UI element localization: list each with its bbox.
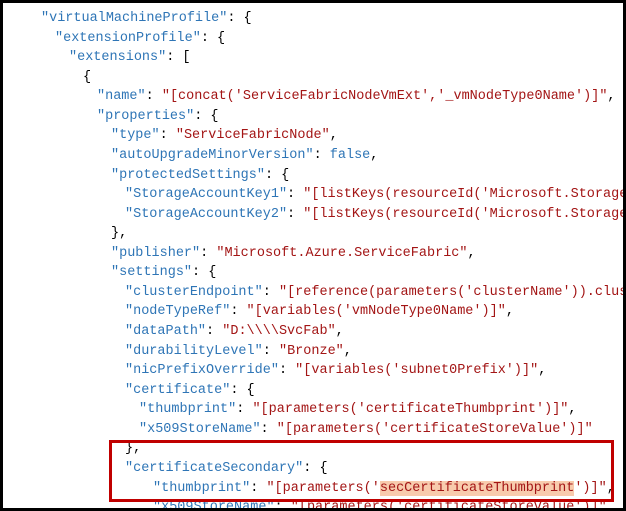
code-line: }, xyxy=(9,224,623,244)
code-line: "properties": { xyxy=(9,107,623,127)
code-line: { xyxy=(9,68,623,88)
code-line: "x509StoreName": "[parameters('certifica… xyxy=(9,498,623,508)
code-line: "name": "[concat('ServiceFabricNodeVmExt… xyxy=(9,87,623,107)
code-line: }, xyxy=(9,439,623,459)
code-line: "type": "ServiceFabricNode", xyxy=(9,126,623,146)
code-line: "x509StoreName": "[parameters('certifica… xyxy=(9,420,623,440)
code-line: "certificateSecondary": { xyxy=(9,459,623,479)
code-line: "clusterEndpoint": "[reference(parameter… xyxy=(9,283,623,303)
code-line: "StorageAccountKey1": "[listKeys(resourc… xyxy=(9,185,623,205)
code-line: "virtualMachineProfile": { xyxy=(9,9,623,29)
code-line: "publisher": "Microsoft.Azure.ServiceFab… xyxy=(9,244,623,264)
code-line: "dataPath": "D:\\\\SvcFab", xyxy=(9,322,623,342)
code-line: "nodeTypeRef": "[variables('vmNodeType0N… xyxy=(9,302,623,322)
code-line: "extensionProfile": { xyxy=(9,29,623,49)
code-line: "certificate": { xyxy=(9,381,623,401)
code-screenshot: "virtualMachineProfile": { "extensionPro… xyxy=(0,0,626,511)
code-block: "virtualMachineProfile": { "extensionPro… xyxy=(3,3,623,508)
code-line: "nicPrefixOverride": "[variables('subnet… xyxy=(9,361,623,381)
code-line: "StorageAccountKey2": "[listKeys(resourc… xyxy=(9,205,623,225)
code-line: "protectedSettings": { xyxy=(9,166,623,186)
code-line: "durabilityLevel": "Bronze", xyxy=(9,342,623,362)
code-line: "autoUpgradeMinorVersion": false, xyxy=(9,146,623,166)
code-line: "thumbprint": "[parameters('certificateT… xyxy=(9,400,623,420)
highlighted-text: secCertificateThumbprint xyxy=(380,481,574,496)
code-line: "extensions": [ xyxy=(9,48,623,68)
code-line: "thumbprint": "[parameters('secCertifica… xyxy=(9,479,623,499)
code-line: "settings": { xyxy=(9,263,623,283)
